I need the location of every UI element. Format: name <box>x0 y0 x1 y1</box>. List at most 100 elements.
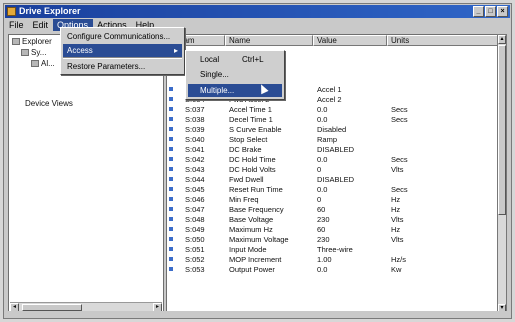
drive-icon <box>31 60 39 68</box>
table-row[interactable]: S:048 Base Voltage 230 Vlts <box>167 215 501 225</box>
scroll-thumb[interactable] <box>22 304 82 311</box>
param-number-cell: S:043 <box>185 165 205 174</box>
param-value-cell: Disabled <box>317 125 347 134</box>
table-row[interactable]: S:046 Min Freq 0 Hz <box>167 195 501 205</box>
title-bar[interactable]: Drive Explorer _ □ × <box>5 5 510 18</box>
scroll-thumb[interactable] <box>498 45 506 215</box>
param-value-cell: Accel 1 <box>317 85 342 94</box>
param-value-cell: 60 <box>317 225 326 234</box>
table-row[interactable]: S:043 DC Hold Volts 0 Vlts <box>167 165 501 175</box>
param-units-cell: Hz <box>391 225 401 234</box>
param-name-cell: Base Voltage <box>229 215 274 224</box>
param-units-cell: Vlts <box>391 235 404 244</box>
param-units-cell: Vlts <box>391 215 404 224</box>
menu-item-configure-communications[interactable]: Configure Communications... <box>63 30 182 43</box>
table-row[interactable]: S:037 Accel Time 1 0.0 Secs <box>167 105 501 115</box>
list-vertical-scrollbar[interactable]: ▴ ▾ <box>497 34 507 314</box>
menu-item-access[interactable]: Access ▸ <box>63 44 182 57</box>
minimize-button[interactable]: _ <box>473 6 484 17</box>
tree-item-explorer[interactable]: Explorer <box>12 37 52 46</box>
param-number-cell: S:045 <box>185 185 205 194</box>
table-row[interactable]: S:041 DC Brake DISABLED <box>167 145 501 155</box>
window-controls: _ □ × <box>473 6 508 17</box>
folder-icon <box>12 38 20 46</box>
parameter-icon <box>169 207 173 211</box>
param-value-cell: DISABLED <box>317 175 355 184</box>
submenu-item-single[interactable]: Single... <box>188 68 282 81</box>
table-row[interactable]: S:042 DC Hold Time 0.0 Secs <box>167 155 501 165</box>
param-name-cell: Min Freq <box>229 195 259 204</box>
menu-edit[interactable]: Edit <box>29 19 54 31</box>
column-header-units[interactable]: Units <box>387 35 501 46</box>
table-row[interactable]: S:038 Decel Time 1 0.0 Secs <box>167 115 501 125</box>
tree-item-system[interactable]: Sy... <box>21 48 46 57</box>
param-name-cell: Decel Time 1 <box>229 115 273 124</box>
tree-item-label: Device Views <box>25 99 73 108</box>
param-name-cell: Accel Time 1 <box>229 105 272 114</box>
param-number-cell: S:039 <box>185 125 205 134</box>
tree-item-label: Explorer <box>22 37 52 46</box>
submenu-item-local[interactable]: Local Ctrl+L <box>188 53 282 66</box>
param-number-cell: S:040 <box>185 135 205 144</box>
param-units-cell: Secs <box>391 185 408 194</box>
param-value-cell: 0.0 <box>317 105 328 114</box>
parameter-icon <box>169 157 173 161</box>
scroll-up-icon[interactable]: ▴ <box>498 35 506 44</box>
param-value-cell: Three-wire <box>317 245 353 254</box>
param-name-cell: Output Power <box>229 265 275 274</box>
tree-item-all[interactable]: Al... <box>31 59 55 68</box>
param-units-cell: Hz/s <box>391 255 406 264</box>
param-number-cell: S:037 <box>185 105 205 114</box>
parameter-icon <box>169 187 173 191</box>
column-header-value[interactable]: Value <box>313 35 387 46</box>
menu-item-label: Access <box>67 46 93 55</box>
param-value-cell: 0.0 <box>317 115 328 124</box>
table-row[interactable]: S:039 S Curve Enable Disabled <box>167 125 501 135</box>
param-value-cell: 1.00 <box>317 255 332 264</box>
param-units-cell: Secs <box>391 105 408 114</box>
parameter-icon <box>169 107 173 111</box>
options-menu: Configure Communications... Access ▸ Res… <box>60 27 185 75</box>
param-units-cell: Secs <box>391 155 408 164</box>
param-name-cell: S Curve Enable <box>229 125 282 134</box>
parameter-icon <box>169 247 173 251</box>
menu-file[interactable]: File <box>5 19 29 31</box>
table-row[interactable]: S:049 Maximum Hz 60 Hz <box>167 225 501 235</box>
param-units-cell: Vlts <box>391 165 404 174</box>
param-name-cell: Reset Run Time <box>229 185 283 194</box>
tree-item-label: Al... <box>41 59 55 68</box>
maximize-button[interactable]: □ <box>485 6 496 17</box>
tree-item-device-views[interactable]: Device Views <box>25 99 73 108</box>
table-row[interactable]: S:050 Maximum Voltage 230 Vlts <box>167 235 501 245</box>
table-row[interactable]: S:051 Input Mode Three-wire <box>167 245 501 255</box>
table-row[interactable]: S:044 Fwd Dwell DISABLED <box>167 175 501 185</box>
param-value-cell: 0.0 <box>317 265 328 274</box>
table-row[interactable]: S:045 Reset Run Time 0.0 Secs <box>167 185 501 195</box>
table-row[interactable]: S:040 Stop Select Ramp <box>167 135 501 145</box>
table-row[interactable]: S:047 Base Frequency 60 Hz <box>167 205 501 215</box>
table-row[interactable]: S:053 Output Power 0.0 Kw <box>167 265 501 275</box>
param-number-cell: S:051 <box>185 245 205 254</box>
param-value-cell: Accel 2 <box>317 95 342 104</box>
column-header-name[interactable]: Name <box>225 35 313 46</box>
param-number-cell: S:049 <box>185 225 205 234</box>
param-name-cell: Maximum Hz <box>229 225 273 234</box>
param-number-cell: S:052 <box>185 255 205 264</box>
param-name-cell: DC Hold Time <box>229 155 276 164</box>
close-button[interactable]: × <box>497 6 508 17</box>
param-value-cell: 0 <box>317 195 322 204</box>
parameter-icon <box>169 97 173 101</box>
table-row[interactable]: S:052 MOP Increment 1.00 Hz/s <box>167 255 501 265</box>
param-value-cell: 0.0 <box>317 155 328 164</box>
param-number-cell: S:046 <box>185 195 205 204</box>
param-number-cell: S:053 <box>185 265 205 274</box>
parameter-icon <box>169 167 173 171</box>
parameter-icon <box>169 227 173 231</box>
app-icon <box>7 7 16 16</box>
param-value-cell: 230 <box>317 235 330 244</box>
param-name-cell: Fwd Dwell <box>229 175 264 184</box>
menu-item-restore-parameters[interactable]: Restore Parameters... <box>63 60 182 73</box>
param-units-cell: Secs <box>391 115 408 124</box>
param-units-cell: Hz <box>391 195 401 204</box>
param-name-cell: Maximum Voltage <box>229 235 289 244</box>
